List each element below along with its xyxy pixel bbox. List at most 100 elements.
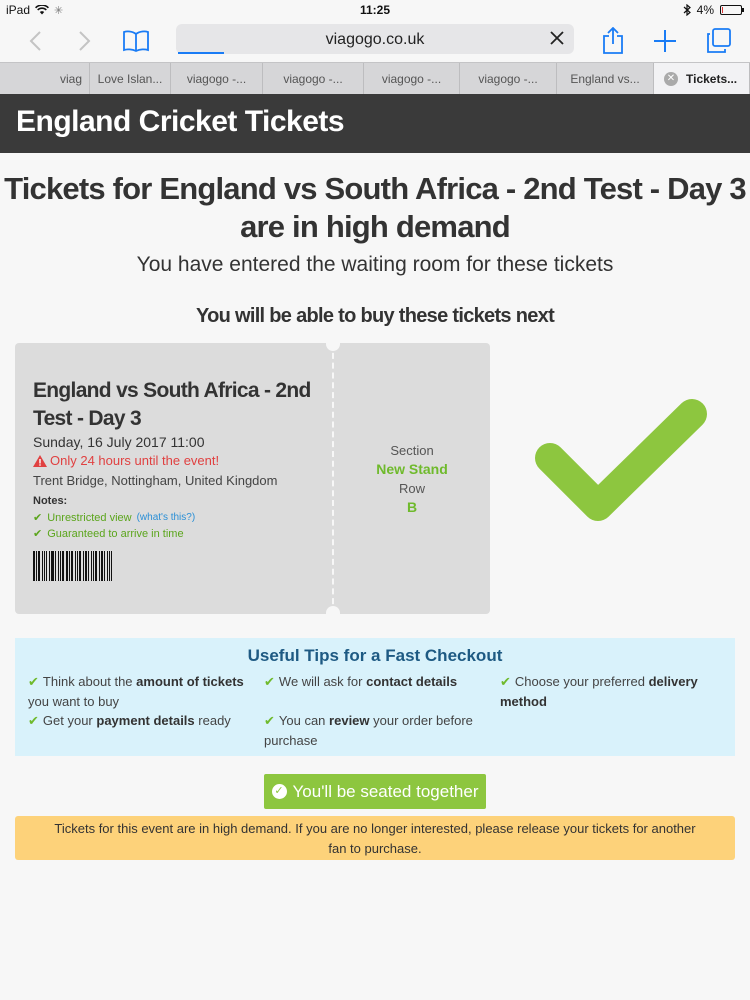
barcode-bar — [108, 551, 111, 581]
check-icon: ✔ — [28, 713, 39, 728]
note-text: Guaranteed to arrive in time — [47, 527, 184, 540]
whats-this-link[interactable]: (what's this?) — [137, 512, 196, 523]
page-load-progress — [178, 52, 224, 54]
checkout-tips: Useful Tips for a Fast Checkout ✔ Think a… — [15, 638, 735, 756]
seated-together-button[interactable]: ✓ You'll be seated together — [264, 774, 486, 809]
tab-label: Love Islan... — [97, 71, 163, 86]
barcode-bar — [69, 551, 71, 581]
barcode-bar — [93, 551, 94, 581]
tab-3[interactable]: viagogo -... — [171, 63, 263, 94]
row-value: B — [406, 499, 418, 515]
barcode-bar — [74, 551, 76, 581]
high-demand-notice: Tickets for this event are in high deman… — [15, 816, 735, 860]
note-text: Unrestricted view — [47, 511, 132, 524]
section-value: New Stand — [376, 461, 448, 477]
barcode-bar — [83, 551, 84, 581]
barcode-bar — [94, 551, 98, 581]
big-check-icon — [535, 399, 707, 521]
tip-bold: review — [329, 713, 370, 728]
tip-bold: method — [500, 694, 547, 709]
tip-text: Think about the — [42, 674, 133, 689]
buy-next-label: You will be able to buy these tickets ne… — [195, 305, 555, 327]
tab-label: England vs... — [570, 71, 640, 86]
barcode-bar — [65, 551, 69, 581]
ticket-notch — [326, 343, 340, 351]
tab-label: Tickets... — [686, 71, 738, 86]
close-tab-icon[interactable]: ✕ — [664, 71, 678, 86]
barcode-bar — [43, 551, 45, 581]
note-unrestricted: ✔ Unrestricted view (what's this?) — [33, 511, 196, 525]
barcode-bar — [84, 551, 87, 581]
check-icon: ✔ — [500, 674, 511, 689]
tip-text: ready — [198, 713, 231, 728]
tab-label: viagogo -... — [478, 71, 538, 86]
barcode-bar — [42, 551, 43, 581]
barcode-bar — [33, 551, 35, 581]
barcode-bar — [60, 551, 62, 581]
warning-triangle-icon — [33, 454, 47, 467]
tip-text: your order before — [373, 713, 473, 728]
share-icon[interactable] — [598, 26, 628, 56]
tab-label: viagogo -... — [381, 71, 442, 86]
tab-label: viag — [60, 71, 83, 86]
ticket-event-title: England vs South Africa - 2nd Test - Day… — [33, 379, 311, 430]
barcode-bar — [87, 551, 90, 581]
tip-bold: delivery — [648, 674, 698, 689]
tabs-icon[interactable] — [704, 26, 734, 56]
ticket-venue: Trent Bridge, Nottingham, United Kingdom — [33, 473, 278, 488]
bluetooth-icon — [683, 4, 691, 16]
tab-2[interactable]: Love Islan... — [90, 63, 171, 94]
tip-contact: ✔ We will ask for contact details — [264, 672, 489, 692]
book-icon[interactable] — [121, 26, 151, 56]
barcode-bar — [49, 551, 51, 581]
tip-bold: amount of tickets — [136, 674, 244, 689]
barcode-bar — [103, 551, 105, 581]
tab-1[interactable]: viag — [0, 63, 90, 94]
tab-6[interactable]: viagogo -... — [460, 63, 557, 94]
forward-chevron-icon[interactable] — [70, 26, 100, 56]
note-guaranteed: ✔ Guaranteed to arrive in time — [33, 527, 184, 541]
status-right: 4% — [683, 3, 744, 17]
clear-url-icon[interactable] — [548, 29, 566, 47]
headline-line-1: Tickets for England vs South Africa - 2n… — [4, 171, 747, 206]
status-time: 11:25 — [359, 3, 391, 17]
waiting-room-subhead: You have entered the waiting room for th… — [136, 253, 614, 276]
notes-label: Notes: — [33, 495, 68, 507]
plus-icon[interactable] — [650, 26, 680, 56]
tab-5[interactable]: viagogo -... — [364, 63, 460, 94]
address-bar[interactable]: viagogo.co.uk — [176, 24, 574, 54]
check-icon: ✔ — [28, 674, 39, 689]
tip-review: ✔ You can review your order before purcha… — [264, 711, 489, 751]
ticket-date: Sunday, 16 July 2017 11:00 — [33, 434, 205, 450]
tab-strip: viag Love Islan... viagogo -... viagogo … — [0, 62, 750, 94]
tip-text: purchase — [264, 733, 318, 748]
barcode-bar — [45, 551, 48, 581]
tab-4[interactable]: viagogo -... — [263, 63, 364, 94]
barcode-bar — [111, 551, 113, 581]
tab-7[interactable]: England vs... — [557, 63, 654, 94]
check-icon: ✔ — [264, 674, 275, 689]
ticket-card: England vs South Africa - 2nd Test - Day… — [15, 343, 490, 614]
barcode-bar — [78, 551, 82, 581]
check-icon: ✔ — [264, 713, 275, 728]
tip-text: We will ask for — [278, 674, 363, 689]
ticket-warning: Only 24 hours until the event! — [33, 453, 219, 468]
check-icon: ✔ — [33, 528, 43, 540]
tip-payment: ✔ Get your payment details ready — [28, 711, 253, 731]
back-chevron-icon[interactable] — [20, 26, 50, 56]
barcode-bar — [106, 551, 108, 581]
headline-line-2: are in high demand — [240, 209, 511, 244]
tips-title: Useful Tips for a Fast Checkout — [247, 646, 503, 665]
tip-text: you want to buy — [28, 694, 120, 709]
ticket-notch — [326, 606, 340, 614]
seated-label: You'll be seated together — [292, 781, 479, 801]
barcode-bar — [91, 551, 93, 581]
barcode-bar — [101, 551, 103, 581]
barcode-bar — [71, 551, 73, 581]
tab-active[interactable]: ✕ Tickets... — [654, 63, 750, 94]
barcode-bar — [37, 551, 41, 581]
barcode-bar — [76, 551, 78, 581]
barcode-bar — [58, 551, 60, 581]
barcode — [33, 551, 113, 581]
tip-delivery: ✔ Choose your preferred delivery method — [500, 672, 725, 712]
